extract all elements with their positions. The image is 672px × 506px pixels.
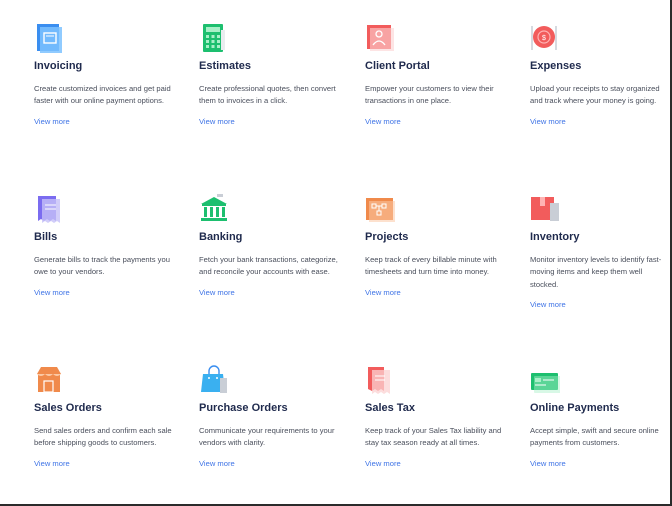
- feature-title: Projects: [365, 231, 409, 243]
- feature-card-projects: Projects Keep track of every billable mi…: [365, 193, 505, 300]
- shopping-bag-icon: [199, 364, 229, 396]
- project-board-icon: [365, 193, 395, 225]
- view-more-link[interactable]: View more: [365, 459, 401, 468]
- feature-card-bills: Bills Generate bills to track the paymen…: [34, 193, 174, 300]
- feature-title: Expenses: [530, 60, 582, 72]
- portal-icon: [365, 22, 395, 54]
- bank-icon: [199, 193, 229, 225]
- feature-card-online-payments: Online Payments Accept simple, swift and…: [530, 364, 670, 471]
- feature-title: Sales Orders: [34, 402, 102, 414]
- feature-title: Banking: [199, 231, 243, 243]
- feature-title: Client Portal: [365, 60, 430, 72]
- feature-description: Generate bills to track the payments you…: [34, 255, 170, 277]
- view-more-link[interactable]: View more: [34, 459, 70, 468]
- feature-title: Inventory: [530, 231, 580, 243]
- plate-icon: $: [530, 22, 560, 54]
- svg-text:$: $: [542, 35, 546, 42]
- feature-card-sales-orders: Sales Orders Send sales orders and confi…: [34, 364, 174, 471]
- view-more-link[interactable]: View more: [199, 288, 235, 297]
- feature-title: Estimates: [199, 60, 251, 72]
- feature-description: Keep track of your Sales Tax liability a…: [365, 426, 502, 448]
- feature-title: Invoicing: [34, 60, 83, 72]
- features-grid: Invoicing Create customized invoices and…: [0, 0, 670, 504]
- feature-card-expenses: $ Expenses Upload your receipts to stay …: [530, 22, 670, 129]
- view-more-link[interactable]: View more: [34, 117, 70, 126]
- feature-card-banking: Banking Fetch your bank transactions, ca…: [199, 193, 339, 300]
- feature-description: Fetch your bank transactions, categorize…: [199, 255, 338, 277]
- feature-title: Purchase Orders: [199, 402, 288, 414]
- view-more-link[interactable]: View more: [199, 459, 235, 468]
- feature-title: Sales Tax: [365, 402, 415, 414]
- feature-card-inventory: Inventory Monitor inventory levels to id…: [530, 193, 670, 312]
- view-more-link[interactable]: View more: [530, 459, 566, 468]
- feature-card-invoicing: Invoicing Create customized invoices and…: [34, 22, 174, 129]
- feature-description: Empower your customers to view their tra…: [365, 84, 494, 106]
- feature-card-estimates: Estimates Create professional quotes, th…: [199, 22, 339, 129]
- feature-description: Upload your receipts to stay organized a…: [530, 84, 660, 106]
- feature-description: Monitor inventory levels to identify fas…: [530, 255, 662, 289]
- view-more-link[interactable]: View more: [530, 300, 566, 309]
- box-icon: [530, 193, 560, 225]
- view-more-link[interactable]: View more: [365, 117, 401, 126]
- feature-description: Keep track of every billable minute with…: [365, 255, 497, 277]
- feature-description: Create customized invoices and get paid …: [34, 84, 171, 106]
- feature-card-sales-tax: Sales Tax Keep track of your Sales Tax l…: [365, 364, 505, 471]
- feature-title: Bills: [34, 231, 58, 243]
- feature-description: Communicate your requirements to your ve…: [199, 426, 335, 448]
- feature-card-client-portal: Client Portal Empower your customers to …: [365, 22, 505, 129]
- store-icon: [34, 364, 64, 396]
- view-more-link[interactable]: View more: [530, 117, 566, 126]
- feature-description: Send sales orders and confirm each sale …: [34, 426, 172, 448]
- invoice-icon: [34, 22, 64, 54]
- bill-icon: [34, 193, 64, 225]
- view-more-link[interactable]: View more: [34, 288, 70, 297]
- feature-description: Create professional quotes, then convert…: [199, 84, 336, 106]
- feature-description: Accept simple, swift and secure online p…: [530, 426, 659, 448]
- credit-card-icon: [530, 364, 560, 396]
- view-more-link[interactable]: View more: [365, 288, 401, 297]
- view-more-link[interactable]: View more: [199, 117, 235, 126]
- feature-card-purchase-orders: Purchase Orders Communicate your require…: [199, 364, 339, 471]
- tax-receipt-icon: [365, 364, 395, 396]
- feature-title: Online Payments: [530, 402, 620, 414]
- calculator-icon: [199, 22, 229, 54]
